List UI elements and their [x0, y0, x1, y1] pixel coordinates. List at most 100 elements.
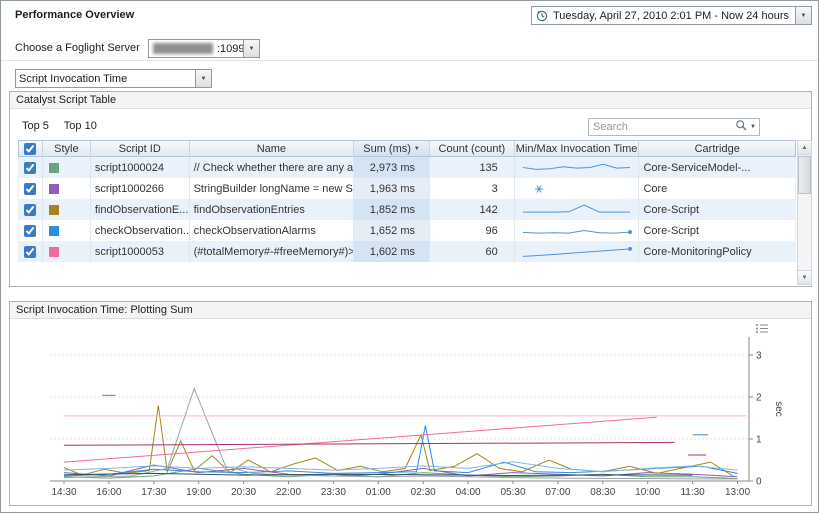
col-header-sum[interactable]: Sum (ms) ▼ — [354, 141, 430, 156]
row-script-id[interactable]: script1000266 — [91, 178, 190, 199]
row-checkbox[interactable] — [24, 204, 36, 216]
table-body: script1000024 // Check whether there are… — [18, 157, 796, 262]
row-count: 3 — [430, 178, 515, 199]
col-header-style[interactable]: Style — [43, 141, 91, 156]
catalyst-script-table-panel: Catalyst Script Table Top 5 Top 10 ▼ — [9, 91, 812, 287]
col-header-script-id[interactable]: Script ID — [91, 141, 190, 156]
svg-text:3: 3 — [756, 351, 762, 362]
time-range-label: Tuesday, April 27, 2010 2:01 PM - Now 24… — [550, 10, 795, 22]
row-script-id[interactable]: script1000024 — [91, 157, 190, 178]
table-scrollbar[interactable]: ▲ ▼ — [797, 140, 812, 285]
row-name: (#totalMemory#-#freeMemory#)>... — [190, 241, 355, 262]
search-input[interactable] — [589, 121, 735, 133]
plotting-sum-panel: Script Invocation Time: Plotting Sum 012… — [9, 301, 812, 506]
row-name: StringBuilder longName = new Strin... — [190, 178, 355, 199]
search-box: ▼ — [588, 118, 760, 136]
col-header-sum-label: Sum (ms) — [363, 143, 411, 155]
search-icon[interactable] — [735, 119, 748, 135]
row-count: 60 — [430, 241, 515, 262]
chart-options-icon[interactable] — [755, 323, 769, 337]
row-cartridge: Core — [639, 178, 795, 199]
svg-text:sec: sec — [773, 401, 784, 417]
row-checkbox[interactable] — [24, 225, 36, 237]
select-all-cell — [19, 141, 43, 156]
svg-text:16:00: 16:00 — [96, 487, 121, 498]
row-style-cell — [43, 220, 91, 241]
svg-text:23:30: 23:30 — [321, 487, 346, 498]
row-sum: 1,652 ms — [354, 220, 430, 241]
row-checkbox[interactable] — [24, 183, 36, 195]
svg-text:10:00: 10:00 — [635, 487, 660, 498]
row-cartridge: Core-ServiceModel-... — [639, 157, 795, 178]
table-row[interactable]: script1000024 // Check whether there are… — [18, 157, 796, 178]
row-script-id[interactable]: script1000053 — [91, 241, 190, 262]
svg-text:04:00: 04:00 — [456, 487, 481, 498]
col-header-minmax[interactable]: Min/Max Invocation Time — [515, 141, 640, 156]
row-count: 142 — [430, 199, 515, 220]
col-header-name[interactable]: Name — [190, 141, 355, 156]
svg-text:2: 2 — [756, 393, 762, 404]
svg-text:01:00: 01:00 — [366, 487, 391, 498]
chevron-down-icon[interactable]: ▼ — [750, 124, 756, 130]
select-all-checkbox[interactable] — [24, 143, 36, 155]
row-name: findObservationEntries — [190, 199, 355, 220]
sparkline — [515, 221, 638, 241]
top-10-link[interactable]: Top 10 — [64, 120, 97, 132]
svg-text:22:00: 22:00 — [276, 487, 301, 498]
metric-select-value: Script Invocation Time — [16, 73, 195, 85]
svg-text:0: 0 — [756, 477, 762, 488]
row-name: checkObservationAlarms — [190, 220, 355, 241]
col-header-count[interactable]: Count (count) — [430, 141, 515, 156]
row-sparkline-cell — [515, 178, 640, 199]
top-5-link[interactable]: Top 5 — [22, 120, 49, 132]
server-select[interactable]: :1099 ▼ — [148, 39, 260, 58]
scroll-up-icon[interactable]: ▲ — [798, 141, 811, 155]
table-row[interactable]: findObservationE... findObservationEntri… — [18, 199, 796, 220]
row-check-cell — [19, 199, 43, 220]
row-checkbox[interactable] — [24, 162, 36, 174]
metric-select[interactable]: Script Invocation Time ▼ — [15, 69, 212, 88]
svg-text:14:30: 14:30 — [51, 487, 76, 498]
style-swatch — [49, 163, 59, 173]
script-table: Style Script ID Name Sum (ms) ▼ Count (c… — [18, 140, 796, 262]
sparkline — [515, 200, 638, 220]
table-row[interactable]: script1000266 StringBuilder longName = n… — [18, 178, 796, 199]
row-cartridge: Core-Script — [639, 199, 795, 220]
row-script-id[interactable]: checkObservation... — [91, 220, 190, 241]
svg-text:17:30: 17:30 — [141, 487, 166, 498]
style-swatch — [49, 205, 59, 215]
clock-history-icon — [532, 10, 550, 22]
chevron-down-icon[interactable]: ▼ — [243, 40, 259, 57]
redacted-server-name — [153, 43, 213, 54]
row-check-cell — [19, 178, 43, 199]
performance-overview-page: Performance Overview Tuesday, April 27, … — [0, 0, 819, 513]
row-sparkline-cell — [515, 157, 640, 178]
row-style-cell — [43, 199, 91, 220]
col-header-cartridge[interactable]: Cartridge — [639, 141, 795, 156]
row-style-cell — [43, 241, 91, 262]
table-header-row: Style Script ID Name Sum (ms) ▼ Count (c… — [18, 140, 796, 157]
style-swatch — [49, 184, 59, 194]
table-row[interactable]: script1000053 (#totalMemory#-#freeMemory… — [18, 241, 796, 262]
row-script-id[interactable]: findObservationE... — [91, 199, 190, 220]
row-name: // Check whether there are any alar... — [190, 157, 355, 178]
table-row[interactable]: checkObservation... checkObservationAlar… — [18, 220, 796, 241]
row-checkbox[interactable] — [24, 246, 36, 258]
svg-text:07:00: 07:00 — [545, 487, 570, 498]
top-n-links: Top 5 Top 10 — [22, 120, 109, 132]
svg-text:1: 1 — [756, 435, 762, 446]
chevron-down-icon[interactable]: ▼ — [795, 7, 811, 24]
row-cartridge: Core-Script — [639, 220, 795, 241]
scrollbar-thumb[interactable] — [798, 156, 811, 194]
row-check-cell — [19, 157, 43, 178]
style-swatch — [49, 226, 59, 236]
sparkline — [515, 158, 638, 178]
row-sum: 2,973 ms — [354, 157, 430, 178]
row-sum: 1,852 ms — [354, 199, 430, 220]
chevron-down-icon[interactable]: ▼ — [195, 70, 211, 87]
row-sparkline-cell — [515, 241, 640, 262]
row-check-cell — [19, 220, 43, 241]
scroll-down-icon[interactable]: ▼ — [798, 270, 811, 284]
time-range-selector[interactable]: Tuesday, April 27, 2010 2:01 PM - Now 24… — [531, 6, 812, 25]
svg-text:19:00: 19:00 — [186, 487, 211, 498]
